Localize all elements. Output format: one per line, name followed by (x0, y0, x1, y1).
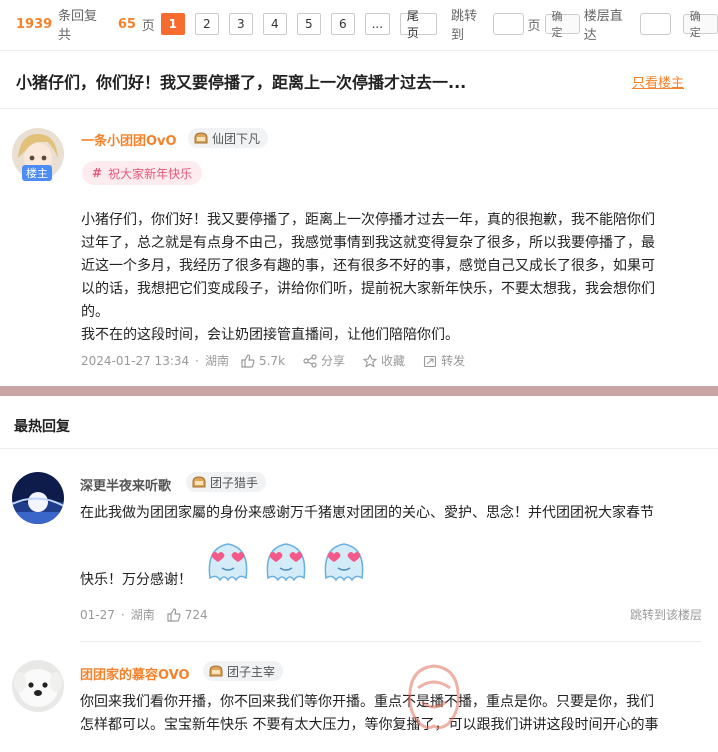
jump-page-input[interactable] (492, 13, 524, 35)
pages-suffix: 页 (141, 18, 155, 34)
page-button-6[interactable]: 6 (330, 13, 355, 35)
floor-confirm-button[interactable]: 确定 (682, 10, 718, 39)
reply-date: 01-27 (80, 607, 115, 622)
reply-location: 湖南 (130, 608, 155, 622)
content-line: 小猪仔们，你们好！我又要停播了，距离上一次停播才过去一年，真的很抱歉，我不能陪你… (81, 212, 655, 228)
page-unit: 页 (527, 18, 541, 34)
star-icon (363, 353, 378, 368)
reply-content-continued: 快乐！万分感谢！ (80, 569, 710, 592)
favorite-button[interactable]: 收藏 (363, 352, 405, 369)
page-button-2[interactable]: 2 (194, 13, 219, 35)
like-button[interactable]: 724 (167, 608, 208, 622)
reply-meta: 01-27 · 湖南 724 (80, 607, 208, 623)
user-level-badge: 团子主宰 (203, 661, 284, 681)
hot-replies-title: 最热回复 (14, 419, 70, 435)
main-post-content: 小猪仔们，你们好！我又要停播了，距离上一次停播才过去一年，真的很抱歉，我不能陪你… (81, 209, 711, 347)
thumbs-up-icon (167, 607, 181, 622)
user-level-text: 团子猎手 (210, 475, 259, 490)
only-host-link[interactable]: 只看楼主 (632, 72, 684, 91)
page-ellipsis: ... (364, 13, 390, 35)
bread-icon (209, 665, 223, 677)
reply-avatar[interactable] (12, 660, 64, 712)
content-line: 我不在的这段时间，会让奶团接管直播间，让他们陪陪你们。 (81, 327, 459, 343)
divider (0, 50, 718, 51)
jump-to-floor-link[interactable]: 跳转到该楼层 (630, 606, 702, 623)
reply-username[interactable]: 深更半夜来听歌 (80, 475, 171, 494)
content-line: 快乐！万分感谢！ (80, 572, 192, 588)
thread-header: 小猪仔们，你们好！我又要停播了，距离上一次停播才过去一... 只看楼主 (0, 56, 718, 106)
page-button-5[interactable]: 5 (296, 13, 321, 35)
topic-tag-label: 祝大家新年快乐 (108, 166, 193, 181)
section-divider (0, 386, 718, 396)
hashtag-icon: # (92, 166, 103, 180)
bread-icon (194, 132, 208, 144)
main-post-meta: 2024-01-27 13:34 · 湖南 5.7k 分享 收藏 转发 (81, 352, 466, 369)
post-location: 湖南 (204, 354, 229, 368)
content-line: 怎样都可以。宝宝新年快乐 不要有太大压力，等你复播了，可以跟我们讲讲这段时间开心… (80, 717, 659, 733)
share-button[interactable]: 分享 (303, 352, 345, 369)
reply-username[interactable]: 团团家的慕容OVO (80, 664, 190, 683)
like-button[interactable]: 5.7k (241, 354, 285, 368)
watermark-icon (408, 664, 460, 730)
host-badge: 楼主 (22, 165, 52, 181)
user-level-badge: 团子猎手 (186, 472, 267, 492)
divider (0, 108, 718, 109)
pagination-bar: 1939 条回复 共 65 页 1 2 3 4 5 6 ... 尾页 跳转到 页… (0, 0, 718, 48)
content-line: 你回来我们看你开播，你不回来我们等你开播。重点不是播不播，重点是你。只要是你，我… (80, 694, 654, 710)
jump-confirm-button[interactable]: 确定 (544, 10, 580, 39)
favorite-label: 收藏 (381, 354, 406, 368)
user-level-text: 团子主宰 (227, 664, 276, 679)
jump-label: 跳转到 (450, 9, 477, 43)
page-button-4[interactable]: 4 (262, 13, 287, 35)
divider (80, 641, 702, 642)
forward-label: 转发 (441, 354, 466, 368)
page-total: 65 (117, 16, 136, 32)
content-line: 近这一个多月，我经历了很多有趣的事，还有很多不好的事，感觉自己又成长了很多，如果… (81, 258, 655, 274)
last-page-button[interactable]: 尾页 (399, 9, 437, 40)
content-line: 的。 (81, 304, 109, 320)
reply-total: 1939 (16, 16, 53, 32)
thumbs-up-icon (241, 353, 255, 368)
divider (0, 448, 718, 449)
share-icon (303, 353, 317, 368)
like-count: 724 (184, 607, 208, 622)
reply-content: 在此我做为团团家屬的身份来感谢万千猪崽对团团的关心、愛护、思念！并代团团祝大家春… (80, 502, 710, 525)
content-line: 以的话，我想把它们变成段子，讲给你们听，提前祝大家新年快乐，不要太想我，我会想你… (81, 281, 655, 297)
floor-label: 楼层直达 (583, 9, 623, 43)
reply-avatar[interactable] (12, 472, 64, 524)
reply-count-suffix: 条回复 共 (57, 9, 97, 43)
page-button-1[interactable]: 1 (160, 13, 185, 35)
share-label: 分享 (321, 354, 346, 368)
reply-content: 你回来我们看你开播，你不回来我们等你开播。重点不是播不播，重点是你。只要是你，我… (80, 691, 710, 737)
host-username[interactable]: 一条小团团OvO (81, 130, 177, 149)
user-level-text: 仙团下凡 (212, 131, 261, 146)
bread-icon (192, 476, 206, 488)
topic-tag[interactable]: # 祝大家新年快乐 (82, 161, 203, 185)
content-line: 在此我做为团团家屬的身份来感谢万千猪崽对团团的关心、愛护、思念！并代团团祝大家春… (80, 505, 654, 521)
post-time: 2024-01-27 13:34 (81, 353, 190, 368)
forward-button[interactable]: 转发 (423, 352, 465, 369)
thread-title: 小猪仔们，你们好！我又要停播了，距离上一次停播才过去一... (16, 73, 467, 92)
floor-input[interactable] (639, 13, 671, 35)
forward-icon (424, 355, 437, 367)
user-level-badge: 仙团下凡 (188, 128, 269, 148)
page-button-3[interactable]: 3 (228, 13, 253, 35)
content-line: 过年了，总之就是有点身不由己，我感觉事情到我这就变得复杂了很多，所以我要停播了，… (81, 235, 655, 251)
like-count: 5.7k (258, 353, 286, 368)
